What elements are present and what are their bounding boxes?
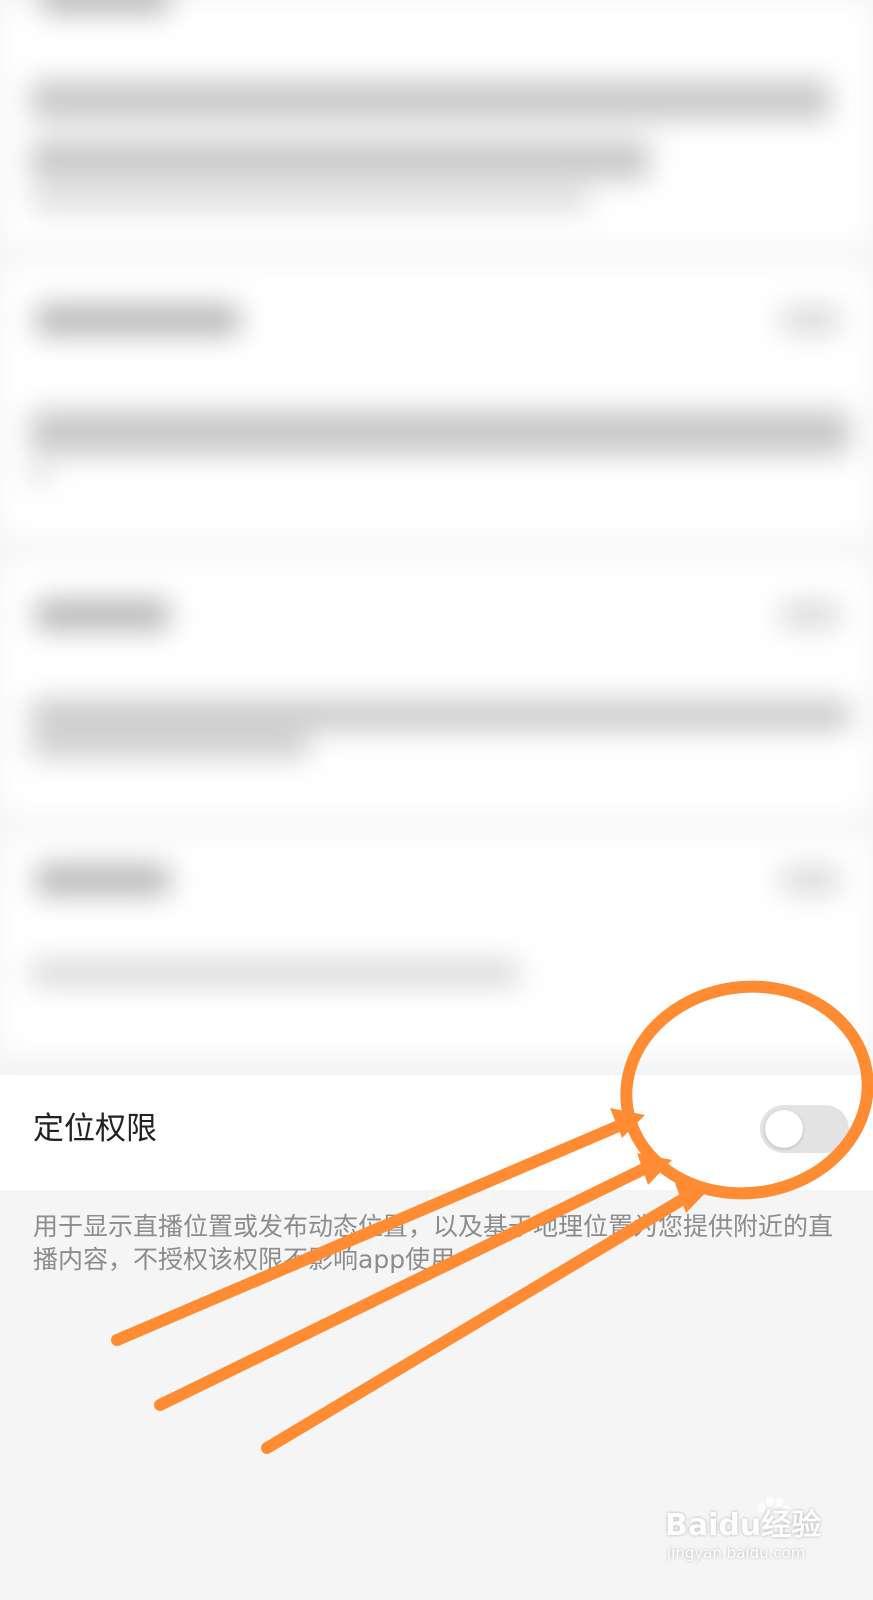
blurred-section-4 <box>0 835 873 1055</box>
blurred-content <box>0 0 873 1075</box>
toggle-knob <box>765 1110 803 1148</box>
location-permission-description: 用于显示直播位置或发布动态位置，以及基于地理位置为您提供附近的直播内容，不授权该… <box>33 1212 834 1274</box>
blurred-settings-list <box>0 0 873 1075</box>
blurred-section-1 <box>0 0 873 245</box>
baidu-watermark-logo: Baidu经验 <box>665 1508 822 1543</box>
location-permission-row: 定位权限 <box>0 1075 873 1190</box>
annotation-arrow-line-2 <box>154 1159 658 1411</box>
baidu-watermark: Baidu经验 jingyan.baidu.com <box>665 1496 865 1590</box>
blurred-section-3 <box>0 560 873 815</box>
baidu-watermark-url: jingyan.baidu.com <box>667 1544 806 1562</box>
location-permission-title: 定位权限 <box>33 1111 157 1147</box>
blurred-section-2 <box>0 265 873 540</box>
location-permission-toggle[interactable] <box>760 1105 849 1153</box>
